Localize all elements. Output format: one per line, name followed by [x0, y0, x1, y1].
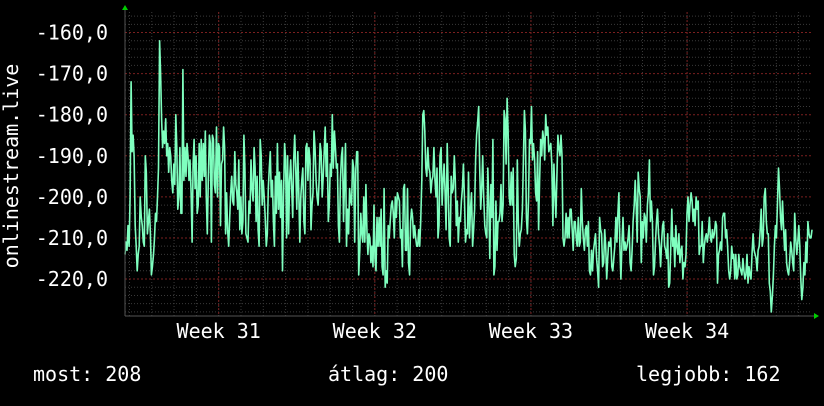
- chart: -160,0 -170,0 -180,0 -190,0 -200,0 -210,0 -220…: [0, 0, 824, 402]
- y-tick-label: -160,0: [36, 21, 108, 45]
- y-tick-label: -200,0: [36, 185, 108, 209]
- x-tick-label: Week 33: [489, 319, 573, 343]
- y-tick-label: -190,0: [36, 144, 108, 168]
- best-value-stat: legjobb: 162: [636, 362, 781, 386]
- current-value-stat: most: 208: [33, 362, 141, 386]
- y-axis-label: onlinestream.live: [0, 64, 23, 269]
- y-tick-label: -170,0: [36, 62, 108, 86]
- x-tick-label: Week 32: [333, 319, 417, 343]
- chart-svg: -160,0 -170,0 -180,0 -190,0 -200,0 -210,0 -220…: [0, 0, 824, 402]
- y-tick-label: -180,0: [36, 103, 108, 127]
- x-tick-label: Week 34: [645, 319, 729, 343]
- x-tick-label: Week 31: [177, 319, 261, 343]
- average-value-stat: átlag: 200: [328, 362, 448, 386]
- y-tick-label: -220,0: [36, 267, 108, 291]
- y-tick-label: -210,0: [36, 226, 108, 250]
